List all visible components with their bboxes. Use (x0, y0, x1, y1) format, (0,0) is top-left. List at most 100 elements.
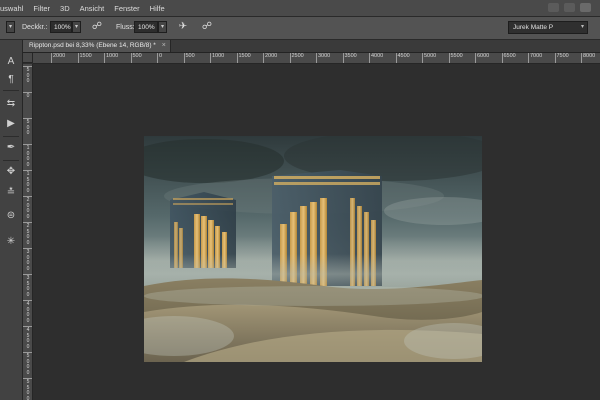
ruler-tick-mark (23, 378, 32, 379)
ruler-tick-label: 7000 (530, 53, 543, 59)
ruler-tick-mark (422, 53, 423, 63)
ruler-tick-label: 0 (26, 395, 30, 400)
document-tab[interactable]: Rippton.psd bei 8,33% (Ebene 14, RGB/8) … (23, 40, 171, 52)
minimize-button[interactable] (548, 3, 559, 12)
ruler-tick-label: 1500 (238, 53, 251, 59)
ruler-tick-label: 6000 (477, 53, 490, 59)
opacity-dropdown-arrow[interactable]: ▾ (72, 21, 81, 33)
ruler-origin[interactable] (23, 53, 33, 63)
document-tabbar: Rippton.psd bei 8,33% (Ebene 14, RGB/8) … (23, 40, 600, 53)
options-bar: ▾ Deckkr.: 100% ▾ ☍ Fluss: 100% ▾ ✈ ☍ Ju… (0, 17, 600, 40)
desert-scene-artwork (144, 136, 482, 362)
ruler-tick-label: 7500 (556, 53, 569, 59)
opacity-label: Deckkr.: (22, 24, 48, 31)
ruler-tick-mark (23, 352, 32, 353)
airbrush-icon[interactable]: ✈ (176, 20, 190, 34)
ruler-tick-mark (236, 53, 238, 63)
maximize-button[interactable] (564, 3, 575, 12)
preset-dropdown-arrow[interactable]: ▾ (6, 21, 15, 33)
ruler-tick-label: 3000 (318, 53, 331, 59)
ruler-tick-label: 0 (26, 265, 30, 272)
ruler-tick-mark (23, 196, 32, 197)
ruler-tick-mark (448, 53, 450, 63)
menu-item-filter[interactable]: Filter (28, 4, 55, 13)
canvas-image[interactable] (144, 136, 482, 362)
ruler-tick-mark (528, 53, 529, 63)
settings-icon[interactable]: ✳ (3, 234, 19, 249)
chevron-down-icon: ▾ (580, 24, 584, 30)
ruler-tick-label: 500 (185, 53, 195, 59)
ruler-tick-mark (23, 274, 32, 275)
opacity-field[interactable]: 100% (50, 21, 72, 33)
flow-dropdown-arrow[interactable]: ▾ (158, 21, 167, 33)
ruler-tick-label: 6500 (503, 53, 516, 59)
ruler-tick-label: 500 (132, 53, 142, 59)
ruler-tick-label: 0 (26, 130, 30, 136)
close-window-button[interactable] (580, 3, 591, 12)
ruler-tick-mark (23, 222, 32, 223)
ruler-tick-mark (554, 53, 556, 63)
ruler-tick-mark (342, 53, 344, 63)
ruler-tick-label: 0 (26, 78, 30, 84)
layers-icon[interactable]: ⊜ (3, 208, 19, 223)
ruler-tick-mark (23, 92, 32, 93)
pressure-size-icon[interactable]: ☍ (200, 20, 214, 34)
transform-icon[interactable]: ⇆ (3, 96, 19, 111)
ruler-tick-label: 0 (26, 239, 30, 246)
ruler-tick-label: 0 (26, 343, 30, 350)
ruler-tick-mark (23, 326, 32, 327)
pen-icon[interactable]: ✒ (3, 140, 19, 155)
text-icon[interactable]: A (3, 54, 19, 69)
ruler-tick-label: 0 (26, 161, 30, 168)
ruler-tick-label: 0 (26, 291, 30, 298)
menu-item-fenster[interactable]: Fenster (109, 4, 144, 13)
ruler-tick-label: 0 (26, 369, 30, 376)
ruler-tick-label: 0 (26, 187, 30, 194)
ruler-tick-label: 0 (159, 53, 163, 59)
ruler-tick-mark (104, 53, 105, 63)
workspace-select-value: Jurek Matte P (513, 24, 554, 31)
paint-icon[interactable]: ✥ (3, 164, 19, 179)
adjust-icon[interactable]: ≛ (3, 185, 19, 200)
ruler-tick-label: 5000 (424, 53, 437, 59)
ruler-tick-mark (581, 53, 582, 63)
ruler-tick-mark (23, 300, 32, 301)
vertical-ruler[interactable]: 5000500100015002000250030003500400045005… (23, 64, 33, 400)
tool-separator (3, 136, 19, 137)
ruler-tick-mark (51, 53, 52, 63)
close-icon[interactable]: × (162, 40, 166, 52)
pressure-opacity-icon[interactable]: ☍ (90, 20, 104, 34)
menu-item-ansicht[interactable]: Ansicht (75, 4, 110, 13)
ruler-tick-mark (77, 53, 79, 63)
menu-bar: uswahl Filter 3D Ansicht Fenster Hilfe (0, 0, 600, 17)
menu-item-3d[interactable]: 3D (55, 4, 75, 13)
paragraph-icon[interactable]: ¶ (3, 72, 19, 87)
ruler-tick-mark (23, 118, 32, 119)
tool-separator (3, 90, 19, 91)
ruler-tick-mark (157, 53, 158, 63)
workspace-select[interactable]: Jurek Matte P ▾ (508, 21, 588, 34)
ruler-tick-mark (263, 53, 264, 63)
ruler-tick-label: 8000 (583, 53, 596, 59)
ruler-tick-mark (23, 248, 32, 249)
ruler-tick-label: 5500 (450, 53, 463, 59)
play-icon[interactable]: ▶ (3, 116, 19, 131)
tool-separator (3, 160, 19, 161)
horizontal-ruler[interactable]: 2000 1500 1000 500 0 500 1000 1500 2000 2500 3000 3… (33, 53, 600, 64)
ruler-tick-label: 2500 (291, 53, 304, 59)
menu-item-hilfe[interactable]: Hilfe (145, 4, 170, 13)
ruler-tick-mark (316, 53, 317, 63)
ruler-tick-label: 4500 (397, 53, 410, 59)
ruler-tick-mark (23, 170, 32, 171)
ruler-tick-mark (23, 66, 32, 67)
tools-panel: A ¶ ⇆ ▶ ✒ ✥ ≛ ⊜ ✳ (0, 40, 23, 400)
ruler-tick-mark (475, 53, 476, 63)
menu-item-auswahl[interactable]: uswahl (0, 4, 28, 13)
ruler-tick-mark (183, 53, 185, 63)
ruler-tick-mark (395, 53, 397, 63)
ruler-tick-label: 3500 (344, 53, 357, 59)
ruler-tick-label: 1000 (212, 53, 225, 59)
flow-field[interactable]: 100% (134, 21, 158, 33)
ruler-tick-mark (23, 144, 32, 145)
ruler-tick-mark (369, 53, 370, 63)
